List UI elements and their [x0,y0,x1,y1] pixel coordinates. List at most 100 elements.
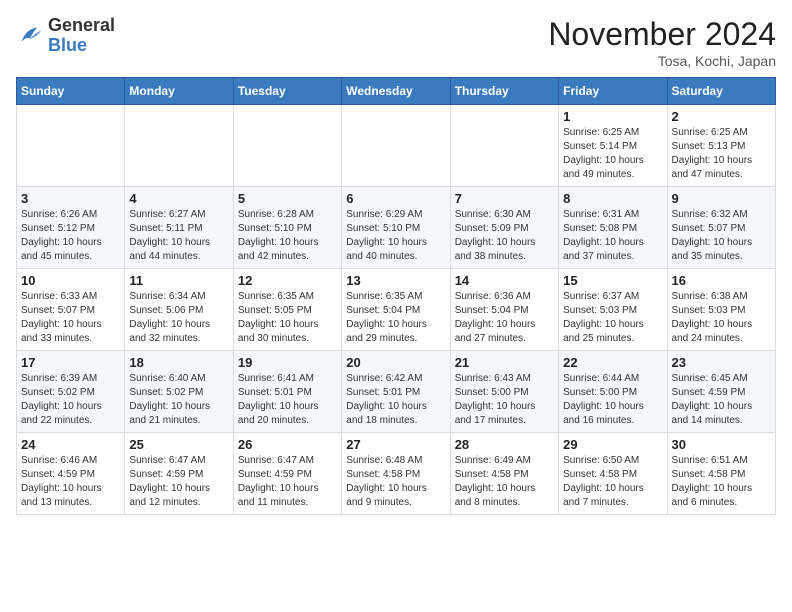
weekday-header-wednesday: Wednesday [342,78,450,105]
day-number: 5 [238,191,337,206]
calendar-cell: 17 Sunrise: 6:39 AM Sunset: 5:02 PM Dayli… [17,351,125,433]
day-info: Sunrise: 6:34 AM Sunset: 5:06 PM Dayligh… [129,290,228,346]
day-info: Sunrise: 6:35 AM Sunset: 5:04 PM Dayligh… [346,290,445,346]
calendar-week-row: 10 Sunrise: 6:33 AM Sunset: 5:07 PM Dayli… [17,269,776,351]
day-number: 18 [129,355,228,370]
day-number: 11 [129,273,228,288]
logo-bird-icon [16,22,44,50]
day-info: Sunrise: 6:25 AM Sunset: 5:14 PM Dayligh… [563,126,662,182]
day-number: 16 [672,273,771,288]
month-title: November 2024 [548,16,776,53]
calendar-cell: 5Sunrise: 6:28 AM Sunset: 5:10 PM Daylig… [233,187,341,269]
day-info: Sunrise: 6:32 AM Sunset: 5:07 PM Dayligh… [672,208,771,264]
calendar-cell: 22 Sunrise: 6:44 AM Sunset: 5:00 PM Dayli… [559,351,667,433]
day-info: Sunrise: 6:45 AM Sunset: 4:59 PM Dayligh… [672,372,771,428]
day-number: 30 [672,437,771,452]
calendar-cell: 1 Sunrise: 6:25 AM Sunset: 5:14 PM Daylig… [559,105,667,187]
day-info: Sunrise: 6:40 AM Sunset: 5:02 PM Dayligh… [129,372,228,428]
calendar-cell: 23Sunrise: 6:45 AM Sunset: 4:59 PM Dayli… [667,351,775,433]
calendar-cell: 7 Sunrise: 6:30 AM Sunset: 5:09 PM Daylig… [450,187,558,269]
day-info: Sunrise: 6:27 AM Sunset: 5:11 PM Dayligh… [129,208,228,264]
day-info: Sunrise: 6:38 AM Sunset: 5:03 PM Dayligh… [672,290,771,346]
day-number: 22 [563,355,662,370]
calendar-week-row: 24Sunrise: 6:46 AM Sunset: 4:59 PM Dayli… [17,433,776,515]
day-info: Sunrise: 6:49 AM Sunset: 4:58 PM Dayligh… [455,454,554,510]
calendar-cell: 9 Sunrise: 6:32 AM Sunset: 5:07 PM Daylig… [667,187,775,269]
day-number: 1 [563,109,662,124]
day-info: Sunrise: 6:44 AM Sunset: 5:00 PM Dayligh… [563,372,662,428]
day-number: 26 [238,437,337,452]
day-number: 10 [21,273,120,288]
calendar-cell: 3Sunrise: 6:26 AM Sunset: 5:12 PM Daylig… [17,187,125,269]
calendar-cell [233,105,341,187]
day-number: 13 [346,273,445,288]
day-info: Sunrise: 6:42 AM Sunset: 5:01 PM Dayligh… [346,372,445,428]
day-info: Sunrise: 6:41 AM Sunset: 5:01 PM Dayligh… [238,372,337,428]
day-number: 20 [346,355,445,370]
calendar-cell: 29 Sunrise: 6:50 AM Sunset: 4:58 PM Dayli… [559,433,667,515]
day-number: 14 [455,273,554,288]
day-info: Sunrise: 6:46 AM Sunset: 4:59 PM Dayligh… [21,454,120,510]
calendar-cell: 30 Sunrise: 6:51 AM Sunset: 4:58 PM Dayli… [667,433,775,515]
calendar-cell: 20 Sunrise: 6:42 AM Sunset: 5:01 PM Dayli… [342,351,450,433]
logo-text: General Blue [48,16,115,56]
calendar-cell [342,105,450,187]
calendar-cell: 18 Sunrise: 6:40 AM Sunset: 5:02 PM Dayli… [125,351,233,433]
day-number: 25 [129,437,228,452]
calendar-week-row: 17 Sunrise: 6:39 AM Sunset: 5:02 PM Dayli… [17,351,776,433]
calendar-cell: 2 Sunrise: 6:25 AM Sunset: 5:13 PM Daylig… [667,105,775,187]
day-info: Sunrise: 6:47 AM Sunset: 4:59 PM Dayligh… [129,454,228,510]
day-info: Sunrise: 6:29 AM Sunset: 5:10 PM Dayligh… [346,208,445,264]
calendar-table: SundayMondayTuesdayWednesdayThursdayFrid… [16,77,776,515]
calendar-cell: 25 Sunrise: 6:47 AM Sunset: 4:59 PM Dayli… [125,433,233,515]
calendar-cell [17,105,125,187]
calendar-cell: 26Sunrise: 6:47 AM Sunset: 4:59 PM Dayli… [233,433,341,515]
calendar-week-row: 3Sunrise: 6:26 AM Sunset: 5:12 PM Daylig… [17,187,776,269]
page-header: General Blue November 2024 Tosa, Kochi, … [16,16,776,69]
day-info: Sunrise: 6:36 AM Sunset: 5:04 PM Dayligh… [455,290,554,346]
day-number: 21 [455,355,554,370]
day-info: Sunrise: 6:50 AM Sunset: 4:58 PM Dayligh… [563,454,662,510]
calendar-cell: 14 Sunrise: 6:36 AM Sunset: 5:04 PM Dayli… [450,269,558,351]
day-number: 19 [238,355,337,370]
weekday-header-friday: Friday [559,78,667,105]
day-info: Sunrise: 6:30 AM Sunset: 5:09 PM Dayligh… [455,208,554,264]
day-number: 7 [455,191,554,206]
calendar-cell: 24Sunrise: 6:46 AM Sunset: 4:59 PM Dayli… [17,433,125,515]
day-number: 4 [129,191,228,206]
calendar-cell: 28Sunrise: 6:49 AM Sunset: 4:58 PM Dayli… [450,433,558,515]
day-info: Sunrise: 6:25 AM Sunset: 5:13 PM Dayligh… [672,126,771,182]
day-number: 15 [563,273,662,288]
day-info: Sunrise: 6:39 AM Sunset: 5:02 PM Dayligh… [21,372,120,428]
day-info: Sunrise: 6:37 AM Sunset: 5:03 PM Dayligh… [563,290,662,346]
day-number: 9 [672,191,771,206]
day-number: 2 [672,109,771,124]
calendar-cell: 12Sunrise: 6:35 AM Sunset: 5:05 PM Dayli… [233,269,341,351]
title-block: November 2024 Tosa, Kochi, Japan [548,16,776,69]
location: Tosa, Kochi, Japan [548,53,776,69]
day-info: Sunrise: 6:33 AM Sunset: 5:07 PM Dayligh… [21,290,120,346]
calendar-cell: 21Sunrise: 6:43 AM Sunset: 5:00 PM Dayli… [450,351,558,433]
weekday-header-monday: Monday [125,78,233,105]
calendar-cell: 6 Sunrise: 6:29 AM Sunset: 5:10 PM Daylig… [342,187,450,269]
calendar-cell [125,105,233,187]
weekday-header-saturday: Saturday [667,78,775,105]
logo-blue: Blue [48,36,115,56]
weekday-header-tuesday: Tuesday [233,78,341,105]
day-info: Sunrise: 6:48 AM Sunset: 4:58 PM Dayligh… [346,454,445,510]
weekday-header-sunday: Sunday [17,78,125,105]
logo: General Blue [16,16,115,56]
calendar-cell: 13 Sunrise: 6:35 AM Sunset: 5:04 PM Dayli… [342,269,450,351]
day-number: 17 [21,355,120,370]
day-number: 29 [563,437,662,452]
day-number: 8 [563,191,662,206]
calendar-week-row: 1 Sunrise: 6:25 AM Sunset: 5:14 PM Daylig… [17,105,776,187]
day-number: 12 [238,273,337,288]
weekday-header-thursday: Thursday [450,78,558,105]
day-info: Sunrise: 6:51 AM Sunset: 4:58 PM Dayligh… [672,454,771,510]
day-number: 6 [346,191,445,206]
calendar-cell: 16 Sunrise: 6:38 AM Sunset: 5:03 PM Dayli… [667,269,775,351]
calendar-cell: 10 Sunrise: 6:33 AM Sunset: 5:07 PM Dayli… [17,269,125,351]
day-info: Sunrise: 6:31 AM Sunset: 5:08 PM Dayligh… [563,208,662,264]
calendar-cell: 27Sunrise: 6:48 AM Sunset: 4:58 PM Dayli… [342,433,450,515]
